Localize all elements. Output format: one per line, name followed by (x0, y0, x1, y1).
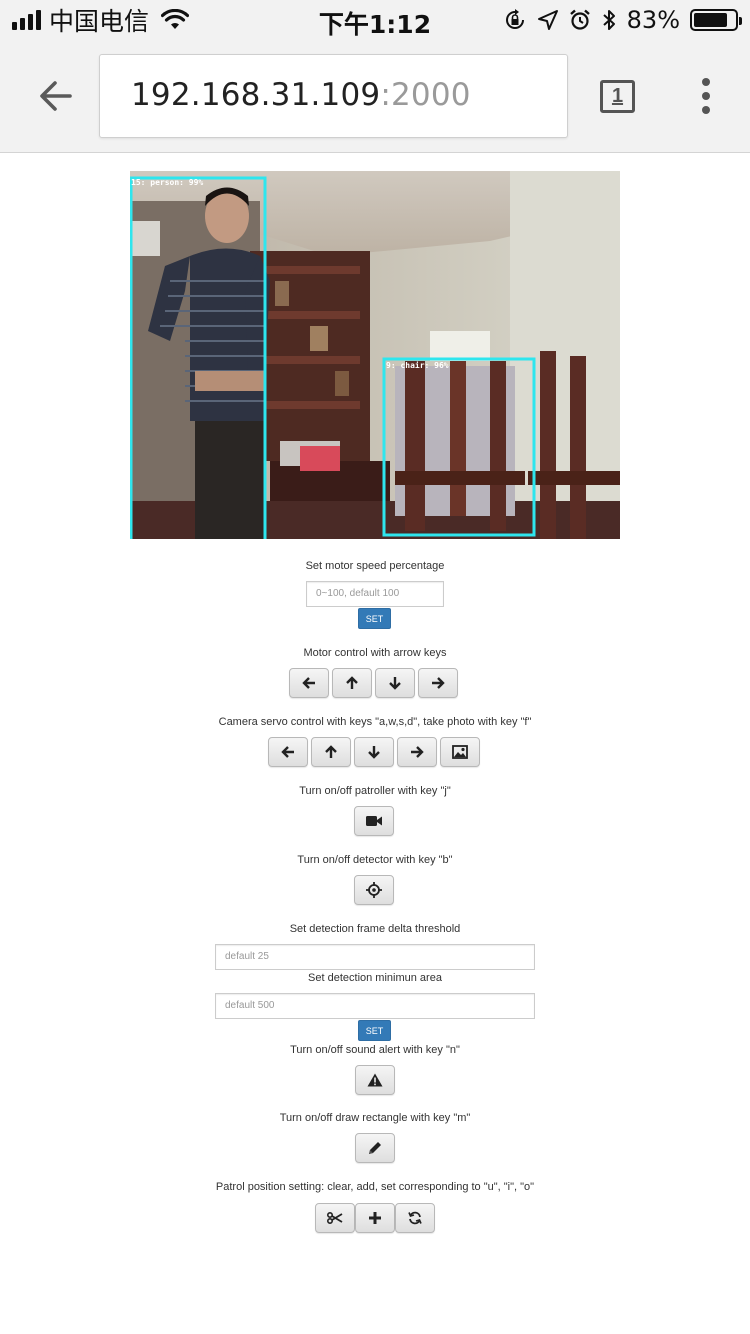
draw-rectangle-toggle-button[interactable] (355, 1133, 395, 1163)
arrow-right-icon (411, 746, 424, 758)
battery-percent: 83% (626, 6, 680, 34)
tab-switcher-button[interactable]: 1 (600, 80, 635, 113)
patrol-position-label: Patrol position setting: clear, add, set… (215, 1181, 535, 1193)
browser-toolbar: 192.168.31.109:2000 1 (0, 40, 750, 153)
detector-toggle-button[interactable] (354, 875, 394, 905)
overflow-menu-icon[interactable] (700, 78, 712, 114)
detector-label: Turn on/off detector with key "b" (297, 854, 453, 866)
screenshot-icon (366, 882, 382, 898)
scissors-icon (327, 1212, 343, 1224)
take-photo-button[interactable] (440, 737, 480, 767)
detection-label: 15: person: 99% (131, 178, 204, 187)
motor-speed-label: Set motor speed percentage (305, 560, 445, 572)
servo-down-button[interactable] (354, 737, 394, 767)
video-camera-icon (366, 816, 382, 826)
sound-alert-toggle-button[interactable] (355, 1065, 395, 1095)
arrow-up-icon (346, 676, 358, 689)
arrow-down-icon (389, 677, 401, 690)
motor-up-button[interactable] (332, 668, 372, 698)
detection-set-button[interactable]: SET (358, 1020, 391, 1041)
patrol-add-button[interactable] (355, 1203, 395, 1233)
url-text[interactable]: 192.168.31.109:2000 (131, 77, 471, 113)
detection-threshold-input[interactable]: default 25 (215, 944, 535, 970)
servo-up-button[interactable] (311, 737, 351, 767)
servo-right-button[interactable] (397, 737, 437, 767)
status-bar: 中国电信 下午1:12 83% (0, 0, 750, 40)
patroller-toggle-button[interactable] (354, 806, 394, 836)
servo-left-button[interactable] (268, 737, 308, 767)
plus-icon (369, 1212, 381, 1224)
alarm-icon (569, 9, 590, 30)
detection-threshold-label: Set detection frame delta threshold (289, 923, 461, 935)
arrow-right-icon (432, 677, 445, 689)
arrow-left-icon (281, 746, 294, 758)
draw-rectangle-label: Turn on/off draw rectangle with key "m" (279, 1112, 471, 1124)
camera-servo-label: Camera servo control with keys "a,w,s,d"… (218, 716, 532, 728)
motor-speed-set-button[interactable]: SET (358, 608, 391, 629)
battery-icon (690, 9, 742, 31)
bluetooth-icon (602, 10, 615, 30)
arrow-down-icon (368, 746, 380, 759)
orientation-lock-icon (505, 9, 524, 29)
refresh-icon (408, 1211, 422, 1225)
sound-alert-label: Turn on/off sound alert with key "n" (290, 1044, 460, 1056)
patroller-label: Turn on/off patroller with key "j" (299, 785, 451, 797)
camera-feed: 15: person: 99% 9: chair: 96% (130, 171, 620, 539)
detection-area-label: Set detection minimun area (308, 972, 442, 984)
arrow-left-icon (302, 677, 315, 689)
patrol-clear-button[interactable] (315, 1203, 355, 1233)
motor-right-button[interactable] (418, 668, 458, 698)
detection-area-input[interactable]: default 500 (215, 993, 535, 1019)
address-bar[interactable]: 192.168.31.109:2000 (99, 54, 568, 138)
picture-icon (452, 745, 468, 759)
arrow-up-icon (325, 745, 337, 758)
motor-control-label: Motor control with arrow keys (303, 647, 447, 659)
detection-label: 9: chair: 96% (386, 361, 449, 370)
motor-left-button[interactable] (289, 668, 329, 698)
patrol-set-button[interactable] (395, 1203, 435, 1233)
back-arrow-icon[interactable] (36, 76, 76, 116)
pencil-icon (369, 1142, 381, 1154)
motor-speed-input[interactable]: 0~100, default 100 (306, 581, 444, 607)
location-icon (537, 10, 558, 30)
warning-icon (367, 1073, 383, 1087)
camera-frame (130, 171, 620, 539)
motor-down-button[interactable] (375, 668, 415, 698)
